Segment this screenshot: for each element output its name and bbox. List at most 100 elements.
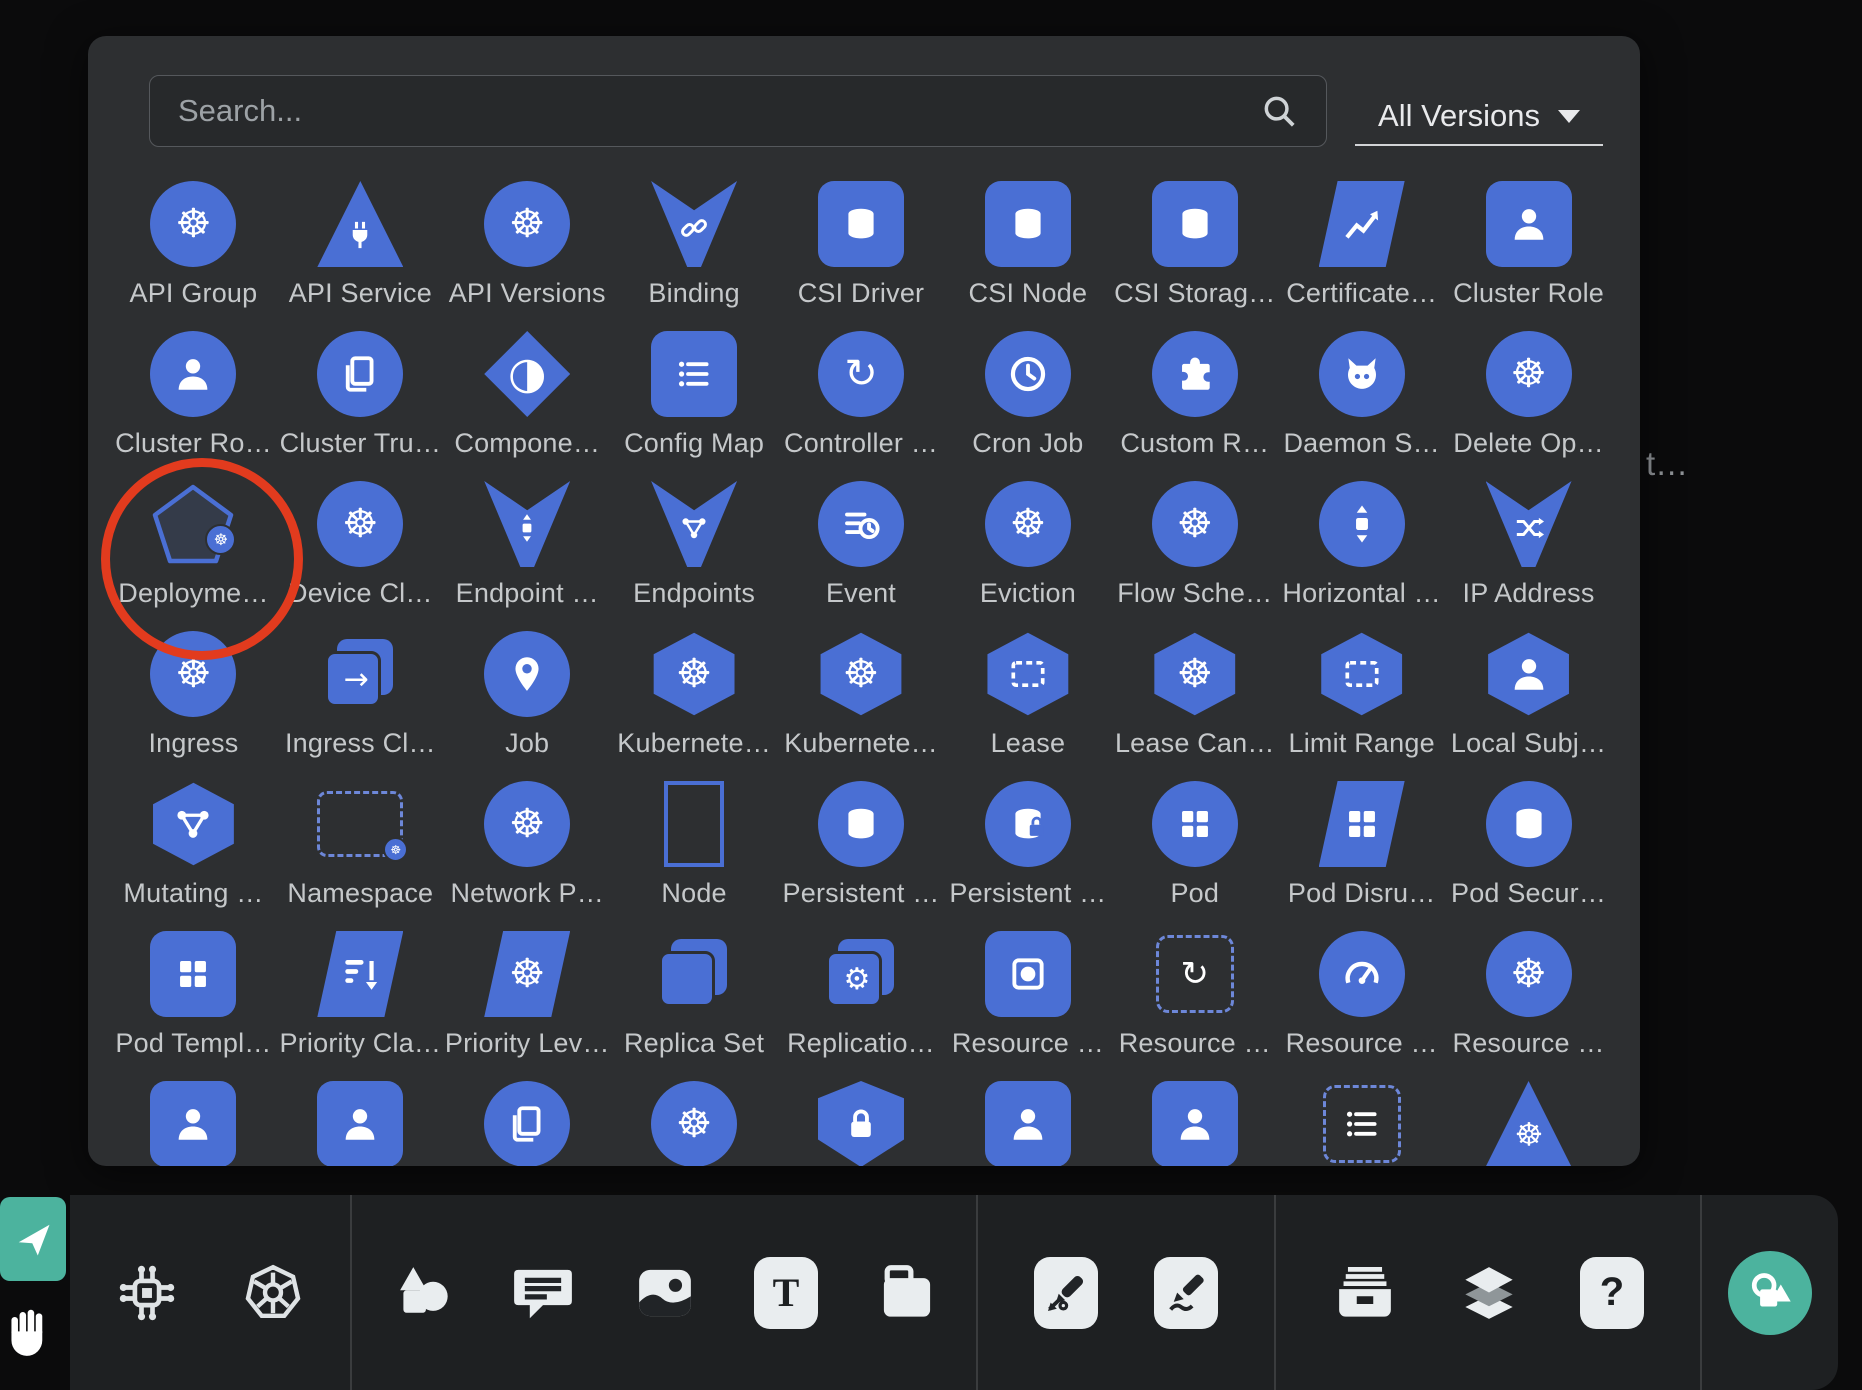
kubernetes-tool[interactable]	[240, 1260, 306, 1326]
shape-item-label: Horizontal …	[1282, 578, 1440, 609]
shape-item-flow-sche[interactable]: ☸Flow Sche…	[1111, 465, 1278, 615]
shapes-tool[interactable]	[388, 1260, 454, 1326]
shape-item-ip-address[interactable]: IP Address	[1445, 465, 1612, 615]
shape-item-mutating[interactable]: Mutating …	[110, 765, 277, 915]
shape-item-label: API Group	[130, 278, 258, 309]
shape-item-lease[interactable]: Lease	[944, 615, 1111, 765]
shape-item-ingress[interactable]: ☸Ingress	[110, 615, 277, 765]
shape-item-local-subj[interactable]: Local Subj…	[1445, 615, 1612, 765]
shape-item-pod-disru[interactable]: Pod Disru…	[1278, 765, 1445, 915]
help-button[interactable]: ?	[1580, 1257, 1644, 1329]
shape-item-cluster-tru[interactable]: Cluster Tru…	[277, 315, 444, 465]
archive-tool[interactable]	[1332, 1260, 1398, 1326]
shape-item-resource[interactable]: Resource …	[1278, 915, 1445, 1065]
shape-item-custom-r[interactable]: Custom R…	[1111, 315, 1278, 465]
canvas: t… Search... All Versions ☸API GroupAPI …	[0, 0, 1862, 1390]
shape-item-replicatio[interactable]: ⚙Replicatio…	[778, 915, 945, 1065]
text-tool[interactable]: T	[754, 1257, 818, 1329]
hand-tool[interactable]	[0, 1303, 68, 1357]
shape-item-endpoint[interactable]: Endpoint …	[444, 465, 611, 615]
shape-item[interactable]	[110, 1065, 277, 1166]
shape-item-label: CSI Storag…	[1114, 278, 1275, 309]
shape-item-resource[interactable]: ↻Resource …	[1111, 915, 1278, 1065]
shape-item-csi-storag[interactable]: CSI Storag…	[1111, 165, 1278, 315]
shape-item[interactable]	[778, 1065, 945, 1166]
shape-item[interactable]: ☸	[611, 1065, 778, 1166]
select-tool[interactable]	[0, 1197, 66, 1281]
shape-item-replica-set[interactable]: Replica Set	[611, 915, 778, 1065]
shape-item[interactable]	[944, 1065, 1111, 1166]
layers-tool[interactable]	[1456, 1260, 1522, 1326]
shape-item[interactable]	[277, 1065, 444, 1166]
shape-item[interactable]	[444, 1065, 611, 1166]
image-tool[interactable]	[632, 1260, 698, 1326]
shape-item-label: API Versions	[449, 278, 606, 309]
shape-item-label: Node	[661, 878, 726, 909]
comment-tool[interactable]	[510, 1260, 576, 1326]
shape-item-persistent[interactable]: Persistent …	[944, 765, 1111, 915]
shape-item-endpoints[interactable]: Endpoints	[611, 465, 778, 615]
shape-item[interactable]	[1278, 1065, 1445, 1166]
shape-item-namespace[interactable]: ☸Namespace	[277, 765, 444, 915]
shape-item-label: Cron Job	[972, 428, 1083, 459]
shape-item-label: Endpoints	[633, 578, 755, 609]
shape-icon	[818, 1081, 904, 1166]
shape-item-api-service[interactable]: API Service	[277, 165, 444, 315]
shape-item-resource[interactable]: Resource …	[944, 915, 1111, 1065]
shape-item-limit-range[interactable]: Limit Range	[1278, 615, 1445, 765]
api-group-icon: ☸	[150, 181, 236, 267]
shape-item-compone[interactable]: ◑Compone…	[444, 315, 611, 465]
shape-item-label: Endpoint …	[456, 578, 599, 609]
shape-item-pod[interactable]: Pod	[1111, 765, 1278, 915]
shape-item-network-p[interactable]: ☸Network P…	[444, 765, 611, 915]
shape-icon	[484, 1081, 570, 1166]
shape-item-cluster-ro[interactable]: Cluster Ro…	[110, 315, 277, 465]
shape-item-resource[interactable]: ☸Resource …	[1445, 915, 1612, 1065]
shape-item-config-map[interactable]: Config Map	[611, 315, 778, 465]
shape-item-kubernete[interactable]: ☸Kubernete…	[778, 615, 945, 765]
architecture-tool[interactable]	[114, 1260, 180, 1326]
shape-item-priority-lev[interactable]: ☸Priority Lev…	[444, 915, 611, 1065]
shape-item-pod-secur[interactable]: Pod Secur…	[1445, 765, 1612, 915]
deployme-icon: ☸	[150, 481, 236, 567]
highlighter-tool[interactable]	[1154, 1257, 1218, 1329]
shape-item-device-cl[interactable]: ☸Device Cl…	[277, 465, 444, 615]
shape-item-persistent[interactable]: Persistent …	[778, 765, 945, 915]
shape-item-label: Deployme…	[118, 578, 268, 609]
shape-item-label: Config Map	[624, 428, 764, 459]
api-service-icon	[317, 181, 403, 267]
shape-item-pod-templ[interactable]: Pod Templ…	[110, 915, 277, 1065]
shape-item-controller[interactable]: ↻Controller …	[778, 315, 945, 465]
shape-item-csi-driver[interactable]: CSI Driver	[778, 165, 945, 315]
shape-icon	[985, 1081, 1071, 1166]
shape-item-job[interactable]: Job	[444, 615, 611, 765]
mutating-icon	[150, 781, 236, 867]
shape-item-api-versions[interactable]: ☸API Versions	[444, 165, 611, 315]
shape-item-cluster-role[interactable]: Cluster Role	[1445, 165, 1612, 315]
shape-item-cron-job[interactable]: Cron Job	[944, 315, 1111, 465]
shape-item-node[interactable]: Node	[611, 765, 778, 915]
shape-item-label: Device Cl…	[288, 578, 433, 609]
shape-library-button[interactable]	[1728, 1251, 1812, 1335]
shape-item-binding[interactable]: Binding	[611, 165, 778, 315]
shape-item-eviction[interactable]: ☸Eviction	[944, 465, 1111, 615]
shape-item-label: Eviction	[980, 578, 1076, 609]
note-tool[interactable]	[874, 1260, 940, 1326]
shape-item-kubernete[interactable]: ☸Kubernete…	[611, 615, 778, 765]
search-input[interactable]: Search...	[149, 75, 1327, 147]
shape-item-lease-can[interactable]: ☸Lease Can…	[1111, 615, 1278, 765]
version-filter-dropdown[interactable]: All Versions	[1355, 88, 1603, 146]
shape-item-delete-op[interactable]: ☸Delete Op…	[1445, 315, 1612, 465]
shape-item-priority-cla[interactable]: Priority Cla…	[277, 915, 444, 1065]
shape-item[interactable]: ☸	[1445, 1065, 1612, 1166]
shape-item-api-group[interactable]: ☸ API Group	[110, 165, 277, 315]
shape-item-daemon-s[interactable]: Daemon S…	[1278, 315, 1445, 465]
pen-tool[interactable]	[1034, 1257, 1098, 1329]
shape-item-horizontal[interactable]: Horizontal …	[1278, 465, 1445, 615]
shape-item-event[interactable]: Event	[778, 465, 945, 615]
shape-item[interactable]	[1111, 1065, 1278, 1166]
shape-item-ingress-cl[interactable]: →Ingress Cl…	[277, 615, 444, 765]
shape-item-csi-node[interactable]: CSI Node	[944, 165, 1111, 315]
shape-item-certificate[interactable]: Certificate…	[1278, 165, 1445, 315]
shape-item-deployme[interactable]: ☸ Deployme…	[110, 465, 277, 615]
